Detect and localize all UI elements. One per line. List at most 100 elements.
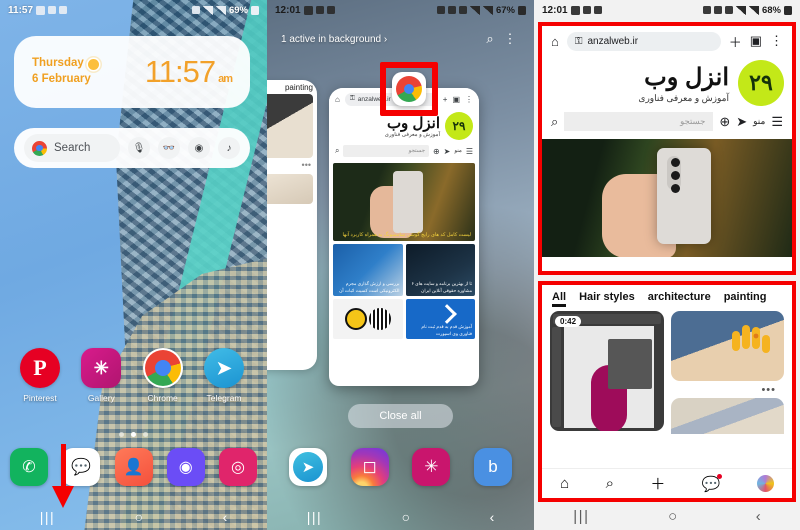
tab-painting[interactable]: painting: [724, 291, 767, 306]
create-plus-icon[interactable]: ＋: [650, 473, 665, 494]
more-vertical-icon[interactable]: ⋮: [465, 95, 473, 104]
recent-card-thumb-2: [267, 174, 313, 204]
discover-icon[interactable]: ◉: [188, 137, 210, 159]
more-vertical-icon[interactable]: ⋮: [770, 33, 783, 49]
signal-icon-2: [215, 5, 226, 15]
search-input[interactable]: Search: [24, 134, 120, 162]
pinterest-icon: P: [20, 348, 60, 388]
article-tile[interactable]: ۶ تا از بهترین برنامه و سایت های مشاوره …: [405, 244, 475, 296]
profile-avatar-icon[interactable]: [756, 475, 774, 492]
pin-column-left: 0:42: [550, 311, 664, 434]
camera-icon[interactable]: ◎: [219, 448, 257, 486]
status-bar-left: 11:57: [8, 5, 68, 16]
google-lens-icon[interactable]: 👓: [158, 137, 180, 159]
site-menu-label[interactable]: منو: [454, 148, 461, 154]
app-icon: [593, 6, 602, 14]
home-button[interactable]: ○: [668, 508, 677, 525]
internet-icon[interactable]: ◉: [166, 448, 205, 486]
close-all-button[interactable]: Close all: [348, 404, 453, 428]
recents-button[interactable]: |||: [573, 508, 589, 525]
vpn-icon: [447, 6, 456, 14]
article-tile-caption: بررسی و ارزش گذاری مجرم الکترونیکی است ک…: [339, 280, 400, 293]
arrow-icon: [437, 304, 458, 324]
mic-icon[interactable]: 🎙: [128, 137, 150, 159]
recents-button[interactable]: |||: [307, 509, 322, 525]
tab-switcher-icon[interactable]: ▣: [452, 95, 460, 104]
dock: ➤ ◻ ✳ b: [289, 448, 512, 486]
messages-icon[interactable]: 💬: [702, 473, 723, 493]
plus-circle-icon[interactable]: ⊕: [433, 147, 440, 156]
url-text: anzalweb.ir: [587, 35, 639, 47]
search-icon[interactable]: ⌕: [551, 114, 558, 130]
panel-split-screen: 12:01 68% ⌂ ⚿ anzalweb.ir ＋ ▣ ⋮ انزل وب …: [534, 0, 800, 530]
app-gallery[interactable]: ✳ Gallery: [75, 348, 127, 403]
tab-switcher-icon[interactable]: ▣: [750, 33, 762, 49]
gallery-icon[interactable]: ✳: [412, 448, 451, 486]
plus-icon[interactable]: +: [443, 95, 448, 104]
signal-icon: [469, 5, 480, 15]
clock-widget-time: 11:57: [144, 54, 216, 89]
instagram-icon[interactable]: ◻: [350, 448, 389, 486]
recent-card-thumb: [267, 94, 313, 158]
search-icon[interactable]: ⌕: [335, 146, 339, 156]
search-music-icon[interactable]: ♪: [218, 137, 240, 159]
screenshot-icon: [59, 6, 68, 14]
telegram-send-icon[interactable]: ➤: [736, 114, 747, 130]
tab-all[interactable]: All: [552, 291, 567, 307]
tab-architecture[interactable]: architecture: [648, 291, 711, 306]
home-icon[interactable]: ⌂: [551, 34, 559, 49]
site-featured-image[interactable]: [542, 139, 792, 257]
more-horizontal-icon[interactable]: •••: [671, 381, 785, 398]
more-vertical-icon[interactable]: ⋮: [500, 29, 520, 49]
more-horizontal-icon[interactable]: •••: [267, 160, 317, 170]
plus-icon[interactable]: ＋: [729, 32, 742, 51]
telegram-icon[interactable]: ➤: [289, 448, 327, 486]
back-button[interactable]: ‹: [223, 509, 228, 525]
pin-card-video[interactable]: 0:42: [550, 311, 664, 431]
featured-article-image[interactable]: لیست کامل کد های رایج گوشی سامسونگ به هم…: [333, 163, 475, 241]
app-telegram[interactable]: ➤ Telegram: [198, 348, 250, 403]
app-chrome[interactable]: Chrome: [137, 348, 189, 403]
recent-card-chrome[interactable]: ⌂ ⚿ anzalweb.ir + ▣ ⋮ انزل وب آموزش و مع…: [329, 88, 479, 386]
clock-widget[interactable]: Thursday 6 February 11:57 am: [14, 36, 250, 108]
panel-home-screen: 11:57 69% Thursday 6 February 11:57 am S…: [0, 0, 267, 530]
article-tile[interactable]: بررسی و ارزش گذاری مجرم الکترونیکی است ک…: [333, 244, 403, 296]
back-button[interactable]: ‹: [490, 509, 495, 525]
search-icon[interactable]: ⌕: [606, 475, 614, 492]
url-bar[interactable]: ⚿ anzalweb.ir: [566, 31, 721, 51]
article-tile[interactable]: آموزش قدم به قدم ثبت نام فناوری وی اسپور…: [405, 299, 475, 339]
google-search-widget[interactable]: Search 🎙 👓 ◉ ♪: [14, 128, 250, 168]
telegram-icon: ➤: [203, 348, 244, 388]
hamburger-menu-icon[interactable]: ☰: [771, 114, 783, 130]
page-dot[interactable]: [143, 432, 148, 437]
home-icon[interactable]: ⌂: [335, 95, 340, 104]
telegram-send-icon[interactable]: ➤: [444, 147, 451, 156]
back-button[interactable]: ‹: [756, 508, 761, 525]
home-icon[interactable]: ⌂: [560, 475, 569, 492]
site-search-input[interactable]: جستجو: [564, 112, 714, 131]
active-in-background-label[interactable]: 1 active in background ›: [281, 34, 480, 45]
hamburger-menu-icon[interactable]: ☰: [466, 147, 473, 156]
pin-card-nails[interactable]: [670, 311, 784, 381]
app-pinterest[interactable]: P Pinterest: [14, 348, 66, 403]
phone-icon[interactable]: ✆: [10, 448, 48, 486]
site-title: انزل وب: [644, 63, 729, 91]
recents-header: 1 active in background › ⌕ ⋮: [267, 26, 534, 52]
page-indicator: [0, 432, 267, 437]
site-search-input[interactable]: جستجو: [343, 145, 429, 157]
home-button[interactable]: ○: [135, 509, 143, 525]
home-button[interactable]: ○: [402, 509, 410, 525]
contacts-icon[interactable]: 👤: [114, 448, 153, 486]
pin-card-denim[interactable]: [670, 398, 784, 434]
bixby-icon[interactable]: b: [473, 448, 512, 486]
page-dot-active[interactable]: [131, 432, 136, 437]
recent-card-background[interactable]: painting •••: [267, 80, 317, 370]
page-dot[interactable]: [119, 432, 124, 437]
recents-button[interactable]: |||: [40, 509, 55, 525]
plus-circle-icon[interactable]: ⊕: [719, 114, 730, 130]
tab-hair-styles[interactable]: Hair styles: [579, 291, 635, 306]
phone-shape: [392, 170, 423, 233]
article-tile[interactable]: [333, 299, 403, 339]
search-icon[interactable]: ⌕: [480, 29, 500, 49]
site-menu-label[interactable]: منو: [753, 116, 765, 127]
